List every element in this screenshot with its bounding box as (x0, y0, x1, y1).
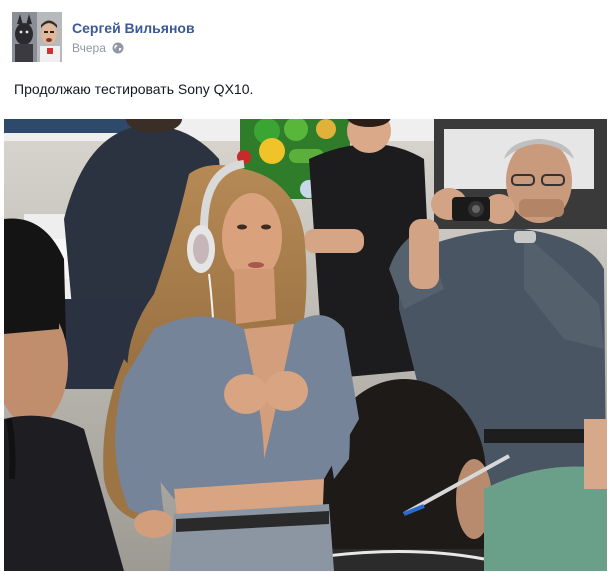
post-photo[interactable] (4, 119, 607, 571)
post-message: Продолжаю тестировать Sony QX10. (14, 81, 254, 97)
post-timestamp-link[interactable]: Вчера (72, 41, 106, 55)
feed-post: Сергей Вильянов Вчера Продолжаю тестиров… (0, 0, 609, 572)
author-avatar[interactable] (12, 12, 62, 62)
user-avatar-icon (12, 12, 62, 62)
photo-image-icon (4, 119, 607, 571)
post-meta: Вчера (72, 41, 124, 55)
globe-icon[interactable] (112, 42, 124, 54)
author-name-link[interactable]: Сергей Вильянов (72, 20, 195, 36)
